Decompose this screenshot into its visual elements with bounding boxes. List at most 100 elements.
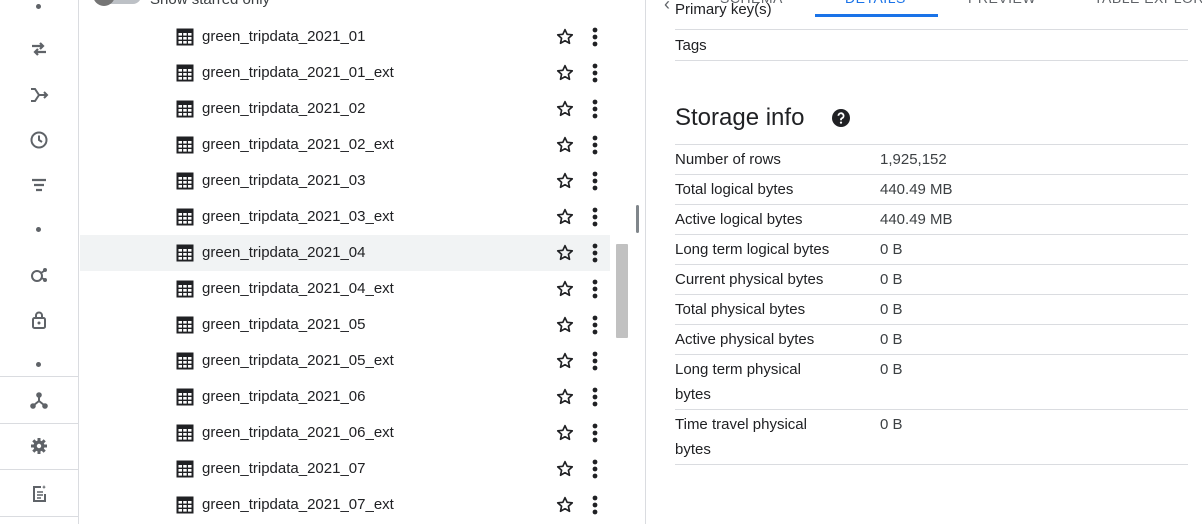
- tree-item-label: green_tripdata_2021_01_ext: [202, 64, 394, 81]
- star-icon[interactable]: [553, 349, 577, 373]
- table-icon: [176, 136, 194, 154]
- tree-item-table[interactable]: green_tripdata_2021_03_ext: [80, 199, 610, 235]
- more-vert-icon[interactable]: [583, 241, 607, 265]
- tree-item-table[interactable]: green_tripdata_2021_07: [80, 451, 610, 487]
- table-icon: [176, 28, 194, 46]
- table-icon: [176, 424, 194, 442]
- tree-item-table[interactable]: green_tripdata_2021_05: [80, 307, 610, 343]
- more-vert-icon[interactable]: [583, 277, 607, 301]
- tree-item-table[interactable]: green_tripdata_2021_06_ext: [80, 415, 610, 451]
- gear-icon[interactable]: [27, 434, 51, 458]
- tree-item-label: green_tripdata_2021_05_ext: [202, 352, 394, 369]
- storage-key: Long term physical bytes: [675, 361, 801, 403]
- storage-key: Active physical bytes: [675, 331, 815, 348]
- more-vert-icon[interactable]: [583, 421, 607, 445]
- info-key: Primary key(s): [675, 1, 772, 18]
- tree-item-label: green_tripdata_2021_03: [202, 172, 366, 189]
- lock-icon[interactable]: [27, 308, 51, 332]
- table-icon: [176, 172, 194, 190]
- more-vert-icon[interactable]: [583, 457, 607, 481]
- storage-value: 440.49 MB: [880, 211, 953, 228]
- scheduled-query-icon[interactable]: [27, 83, 51, 107]
- more-vert-icon[interactable]: [583, 313, 607, 337]
- star-icon[interactable]: [553, 313, 577, 337]
- tree-item-label: green_tripdata_2021_07_ext: [202, 496, 394, 513]
- panel-resize-handle[interactable]: [636, 205, 639, 233]
- more-vert-icon[interactable]: [583, 133, 607, 157]
- star-icon[interactable]: [553, 385, 577, 409]
- more-vert-icon[interactable]: [583, 385, 607, 409]
- storage-row: Active logical bytes 440.49 MB: [675, 205, 1188, 235]
- tree-item-label: green_tripdata_2021_05: [202, 316, 366, 333]
- tree-item-table[interactable]: green_tripdata_2021_01: [80, 19, 610, 55]
- star-icon[interactable]: [553, 457, 577, 481]
- storage-value: 0 B: [880, 301, 903, 318]
- more-vert-icon[interactable]: [583, 97, 607, 121]
- history-icon[interactable]: [27, 128, 51, 152]
- hub-icon[interactable]: [27, 388, 51, 412]
- star-icon[interactable]: [553, 421, 577, 445]
- storage-value: 0 B: [880, 331, 903, 348]
- more-vert-icon[interactable]: [583, 169, 607, 193]
- storage-key: Time travel physical bytes: [675, 416, 807, 458]
- storage-key: Total physical bytes: [675, 301, 806, 318]
- tree-item-table[interactable]: green_tripdata_2021_05_ext: [80, 343, 610, 379]
- table-icon: [176, 460, 194, 478]
- more-vert-icon[interactable]: [583, 493, 607, 517]
- filter-list-icon[interactable]: [27, 173, 51, 197]
- storage-key: Total logical bytes: [675, 181, 794, 198]
- star-icon[interactable]: [553, 169, 577, 193]
- tree-item-table[interactable]: green_tripdata_2021_04_ext: [80, 271, 610, 307]
- star-icon[interactable]: [553, 61, 577, 85]
- tree-item-table[interactable]: green_tripdata_2021_02: [80, 91, 610, 127]
- analytics-hub-icon[interactable]: [27, 263, 51, 287]
- star-icon[interactable]: [553, 133, 577, 157]
- star-icon[interactable]: [553, 493, 577, 517]
- tree-item-label: green_tripdata_2021_06_ext: [202, 424, 394, 441]
- tree-item-table[interactable]: green_tripdata_2021_03: [80, 163, 610, 199]
- tree-item-label: green_tripdata_2021_06: [202, 388, 366, 405]
- left-nav-rail: [0, 0, 79, 524]
- explorer-scrollbar[interactable]: [616, 244, 628, 338]
- table-icon: [176, 496, 194, 514]
- release-notes-icon[interactable]: [27, 481, 51, 505]
- storage-value: 1,925,152: [880, 151, 947, 168]
- info-row: Tags: [675, 30, 1188, 61]
- storage-key: Number of rows: [675, 151, 781, 168]
- star-icon[interactable]: [553, 97, 577, 121]
- toggle-knob: [93, 0, 115, 6]
- star-icon[interactable]: [553, 241, 577, 265]
- storage-row: Long term physical bytes 0 B: [675, 355, 1188, 410]
- transfer-icon[interactable]: [27, 37, 51, 61]
- star-icon[interactable]: [553, 205, 577, 229]
- storage-row: Active physical bytes 0 B: [675, 325, 1188, 355]
- tree-item-label: green_tripdata_2021_07: [202, 460, 366, 477]
- storage-value: 0 B: [880, 416, 903, 433]
- tree-item-table[interactable]: green_tripdata_2021_04: [80, 235, 610, 271]
- more-vert-icon[interactable]: [583, 205, 607, 229]
- explorer-panel: Show starred only green_tripdata_2021_01…: [80, 0, 646, 524]
- starred-only-label: Show starred only: [150, 0, 270, 8]
- tree-item-table[interactable]: green_tripdata_2021_02_ext: [80, 127, 610, 163]
- tree-item-table[interactable]: green_tripdata_2021_06: [80, 379, 610, 415]
- storage-row: Time travel physical bytes 0 B: [675, 410, 1188, 465]
- more-vert-icon[interactable]: [583, 61, 607, 85]
- info-key: Tags: [675, 37, 707, 54]
- tree-item-table[interactable]: green_tripdata_2021_01_ext: [80, 55, 610, 91]
- storage-row: Current physical bytes 0 B: [675, 265, 1188, 295]
- storage-info-title: Storage info: [675, 104, 805, 131]
- starred-only-toggle[interactable]: [93, 0, 141, 6]
- rail-dot: [36, 227, 41, 232]
- star-icon[interactable]: [553, 25, 577, 49]
- table-icon: [176, 352, 194, 370]
- help-icon[interactable]: [832, 109, 850, 127]
- table-icon: [176, 208, 194, 226]
- star-icon[interactable]: [553, 277, 577, 301]
- storage-key: Long term logical bytes: [675, 241, 830, 258]
- storage-row: Number of rows 1,925,152: [675, 145, 1188, 175]
- table-icon: [176, 244, 194, 262]
- more-vert-icon[interactable]: [583, 25, 607, 49]
- tree-item-label: green_tripdata_2021_03_ext: [202, 208, 394, 225]
- more-vert-icon[interactable]: [583, 349, 607, 373]
- tree-item-table[interactable]: green_tripdata_2021_07_ext: [80, 487, 610, 523]
